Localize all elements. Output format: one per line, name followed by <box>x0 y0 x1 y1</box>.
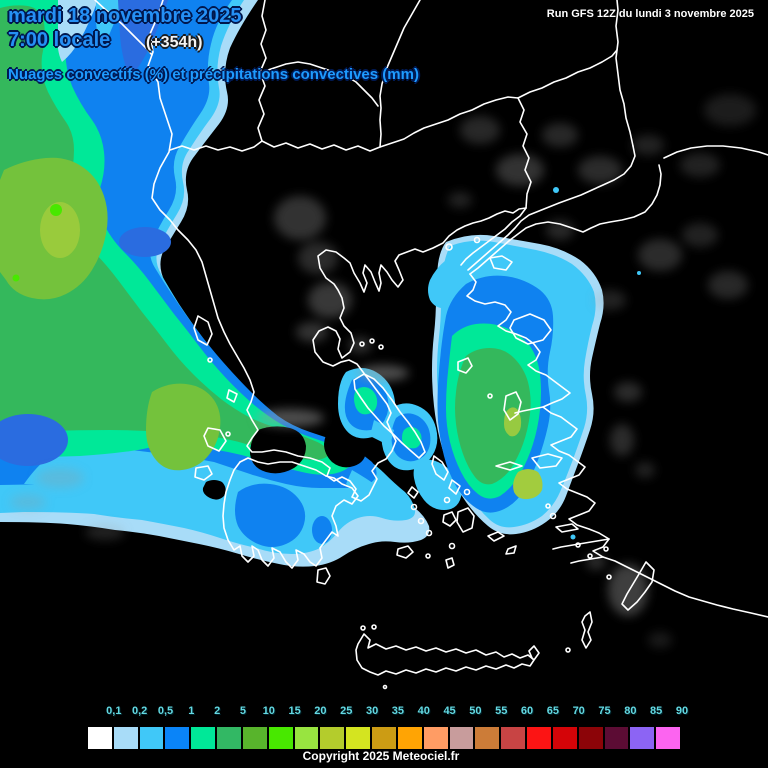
legend-label: 90 <box>675 705 689 717</box>
weather-map <box>0 0 768 768</box>
legend-swatch <box>475 727 502 749</box>
legend-label: 40 <box>417 705 430 717</box>
parameter-subtitle: Nuages convectifs (%) et précipitations … <box>8 66 419 83</box>
legend-scale-labels: 0,1 0,2 0,5 1 2 5 10 15 20 25 30 35 40 45 50 55 60 65 70 75… <box>0 705 768 721</box>
legend-swatch <box>242 727 269 749</box>
weather-map-page: mardi 18 novembre 2025 7:00 locale (+354… <box>0 0 768 768</box>
legend-label: 5 <box>239 705 247 717</box>
legend-swatch <box>501 727 528 749</box>
legend-label: 25 <box>340 705 353 717</box>
legend-swatch <box>294 727 321 749</box>
legend-color-scale <box>88 727 683 749</box>
legend-label: 10 <box>262 705 275 717</box>
legend-swatch <box>217 727 243 749</box>
legend-label: 15 <box>288 705 301 717</box>
legend-label: 0,2 <box>131 705 148 717</box>
model-run-info: Run GFS 12Z du lundi 3 novembre 2025 <box>546 8 754 20</box>
legend-swatch <box>139 727 166 749</box>
legend-swatch <box>604 727 631 749</box>
legend-swatch <box>113 727 140 749</box>
legend-label: 50 <box>469 705 482 717</box>
legend-swatch <box>552 727 579 749</box>
legend-label: 80 <box>624 705 637 717</box>
legend-swatch <box>527 727 553 749</box>
legend-label: 0,1 <box>106 705 122 717</box>
time-title: 7:00 locale <box>8 29 111 51</box>
forecast-offset: (+354h) <box>146 34 203 51</box>
legend-label: 70 <box>572 705 585 717</box>
legend-label: 65 <box>546 705 559 717</box>
legend-swatch <box>423 727 450 749</box>
legend-label: 1 <box>188 705 195 717</box>
legend-swatch <box>449 727 476 749</box>
legend-label: 60 <box>520 705 534 717</box>
legend-swatch <box>191 727 218 749</box>
legend-swatch <box>320 727 347 749</box>
copyright-text: Copyright 2025 Meteociel.fr <box>302 749 460 763</box>
legend-swatch <box>656 727 683 749</box>
legend-label: 75 <box>598 705 611 717</box>
legend-swatch <box>397 727 424 749</box>
legend-swatch <box>630 727 657 749</box>
legend-label: 35 <box>391 705 405 717</box>
legend-label: 30 <box>365 705 379 717</box>
legend-label: 2 <box>214 705 221 717</box>
legend-swatch <box>165 727 192 749</box>
legend-label: 20 <box>314 705 327 717</box>
legend-label: 0,5 <box>157 705 174 717</box>
legend-swatch <box>346 727 373 749</box>
legend-label: 85 <box>650 705 663 717</box>
legend-swatch <box>268 727 295 749</box>
legend-label: 55 <box>495 705 508 717</box>
legend-swatch <box>372 727 398 749</box>
legend-label: 45 <box>443 705 456 717</box>
date-title: mardi 18 novembre 2025 <box>8 5 242 27</box>
legend-swatch <box>88 727 114 749</box>
legend-swatch <box>578 727 605 749</box>
